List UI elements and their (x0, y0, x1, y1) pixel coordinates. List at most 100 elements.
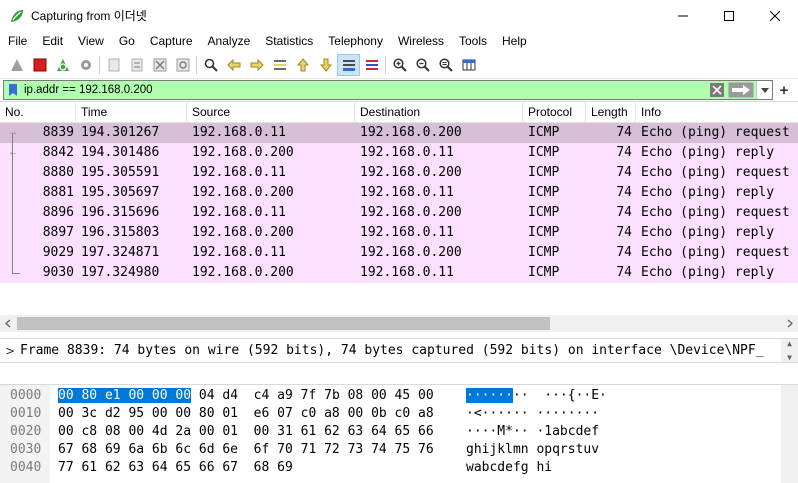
column-header-destination[interactable]: Destination (355, 102, 523, 122)
apply-arrow-icon (728, 82, 754, 98)
bytes-ascii[interactable]: ········ ···{··E· (466, 387, 607, 405)
request-arrow-icon: → (8, 127, 18, 138)
bytes-vscrollbar[interactable] (781, 385, 798, 483)
packet-cell-dst: 192.168.0.11 (360, 265, 454, 280)
close-icon (770, 10, 780, 21)
restart-capture-button[interactable] (51, 54, 74, 76)
go-back-button[interactable] (222, 54, 245, 76)
go-first-button[interactable] (291, 54, 314, 76)
zoom-in-button[interactable] (388, 54, 411, 76)
minimize-icon (678, 15, 688, 16)
packet-cell-len: 74 (616, 205, 632, 220)
colorize-button[interactable] (360, 54, 383, 76)
packet-cell-proto: ICMP (528, 225, 560, 240)
packet-list-hscrollbar[interactable] (0, 315, 798, 332)
capture-options-button[interactable] (74, 54, 97, 76)
expand-arrow-icon[interactable]: > (0, 344, 20, 358)
menu-view[interactable]: View (70, 31, 111, 52)
filter-history-dropdown[interactable] (756, 81, 772, 99)
packet-cell-src: 192.168.0.11 (192, 125, 286, 140)
main-toolbar (0, 52, 798, 79)
packet-cell-dst: 192.168.0.11 (360, 225, 454, 240)
menu-telephony[interactable]: Telephony (320, 31, 390, 52)
go-last-button[interactable] (314, 54, 337, 76)
scroll-right-icon[interactable] (781, 315, 798, 332)
bytes-hex[interactable]: 00 3c d2 95 00 00 80 01 e6 07 c0 a8 00 0… (58, 405, 434, 423)
column-header-protocol[interactable]: Protocol (523, 102, 586, 122)
zoom-normal-icon (438, 58, 453, 72)
menu-wireless[interactable]: Wireless (390, 31, 451, 52)
bytes-ascii[interactable]: ·<······ ········ (466, 405, 599, 423)
stop-capture-button[interactable] (28, 54, 51, 76)
filter-bookmark-button[interactable] (4, 81, 22, 99)
add-filter-button[interactable]: + (773, 80, 795, 100)
menu-statistics[interactable]: Statistics (257, 31, 320, 52)
save-file-button[interactable] (125, 54, 148, 76)
find-packet-button[interactable] (199, 54, 222, 76)
maximize-icon (724, 10, 734, 21)
apply-filter-button[interactable] (728, 82, 754, 98)
toolbar-separator (385, 56, 386, 74)
column-header-no[interactable]: No. (0, 102, 76, 122)
zoom-out-button[interactable] (411, 54, 434, 76)
start-capture-button[interactable] (5, 54, 28, 76)
column-header-info[interactable]: Info (636, 102, 798, 122)
minimize-button[interactable] (660, 0, 706, 31)
menu-edit[interactable]: Edit (34, 31, 70, 52)
packet-row[interactable]: 8896 196.315696 192.168.0.11 192.168.0.200 I… (0, 203, 798, 223)
packet-row[interactable]: 8897 196.315803 192.168.0.200 192.168.0.11 I… (0, 223, 798, 243)
menu-tools[interactable]: Tools (451, 31, 494, 52)
bytes-ascii[interactable]: ghijklmn opqrstuv (466, 441, 599, 459)
bytes-hex[interactable]: 00 c8 08 00 4d 2a 00 01 00 31 61 62 63 6… (58, 423, 434, 441)
zoom-reset-button[interactable] (434, 54, 457, 76)
packet-row[interactable]: 8881 195.305697 192.168.0.200 192.168.0.11 I… (0, 183, 798, 203)
display-filter-input[interactable]: ip.addr == 192.168.0.200 (3, 80, 773, 100)
packet-row[interactable]: 9030 197.324980 192.168.0.200 192.168.0.11 I… (0, 263, 798, 283)
menu-file[interactable]: File (0, 31, 34, 52)
close-button[interactable] (752, 0, 798, 31)
bytes-hex[interactable]: 00 80 e1 00 00 00 04 d4 c4 a9 7f 7b 08 0… (58, 387, 434, 405)
packet-row[interactable]: 8839 194.301267 192.168.0.11 192.168.0.200 I… (0, 123, 798, 143)
packet-row[interactable]: 8880 195.305591 192.168.0.11 192.168.0.200 I… (0, 163, 798, 183)
go-forward-button[interactable] (245, 54, 268, 76)
binary-file-icon (131, 58, 142, 72)
packet-cell-info: Echo (ping) request (641, 245, 790, 260)
packet-cell-info: Echo (ping) request (641, 165, 790, 180)
go-to-packet-button[interactable] (268, 54, 291, 76)
close-file-button[interactable] (148, 54, 171, 76)
menu-capture[interactable]: Capture (142, 31, 200, 52)
bytes-ascii[interactable]: wabcdefg hi (466, 459, 552, 477)
maximize-button[interactable] (706, 0, 752, 31)
column-header-length[interactable]: Length (586, 102, 636, 122)
menu-help[interactable]: Help (494, 31, 534, 52)
menu-go[interactable]: Go (111, 31, 142, 52)
bytes-hex[interactable]: 77 61 62 63 64 65 66 67 68 69 (58, 459, 293, 477)
packet-list-header: No. Time Source Destination Protocol Len… (0, 102, 798, 123)
hscroll-thumb[interactable] (17, 317, 550, 330)
column-header-time[interactable]: Time (76, 102, 187, 122)
autoscroll-button[interactable] (337, 54, 360, 76)
clear-filter-button[interactable] (709, 82, 725, 98)
packet-row[interactable]: 9029 197.324871 192.168.0.11 192.168.0.200 I… (0, 243, 798, 263)
column-header-source[interactable]: Source (187, 102, 355, 122)
bytes-hex[interactable]: 67 68 69 6a 6b 6c 6d 6e 6f 70 71 72 73 7… (58, 441, 434, 459)
detail-vscrollbar[interactable]: ▲ ▼ (781, 339, 798, 362)
packet-row[interactable]: 8842 194.301486 192.168.0.200 192.168.0.11 I… (0, 143, 798, 163)
bytes-ascii[interactable]: ····M*·· ·1abcdef (466, 423, 599, 441)
resize-columns-button[interactable] (457, 54, 480, 76)
frame-detail-line[interactable]: Frame 8839: 74 bytes on wire (592 bits),… (20, 343, 780, 358)
packet-cell-info: Echo (ping) reply (641, 265, 775, 280)
scroll-up-icon[interactable]: ▲ (787, 339, 792, 348)
menu-analyze[interactable]: Analyze (200, 31, 258, 52)
reload-file-button[interactable] (171, 54, 194, 76)
packet-cell-dst: 192.168.0.200 (360, 205, 462, 220)
scroll-down-icon[interactable]: ▼ (787, 353, 792, 362)
bytes-hex-rest: 77 61 62 63 64 65 66 67 68 69 (58, 460, 293, 475)
packet-cell-src: 192.168.0.200 (192, 265, 294, 280)
open-file-button[interactable] (102, 54, 125, 76)
packet-cell-src: 192.168.0.200 (192, 185, 294, 200)
bytes-hex-rest: 00 c8 08 00 4d 2a 00 01 00 31 61 62 63 6… (58, 424, 434, 439)
packet-cell-dst: 192.168.0.11 (360, 145, 454, 160)
scroll-left-icon[interactable] (0, 315, 17, 332)
packet-cell-time: 195.305697 (81, 185, 160, 200)
